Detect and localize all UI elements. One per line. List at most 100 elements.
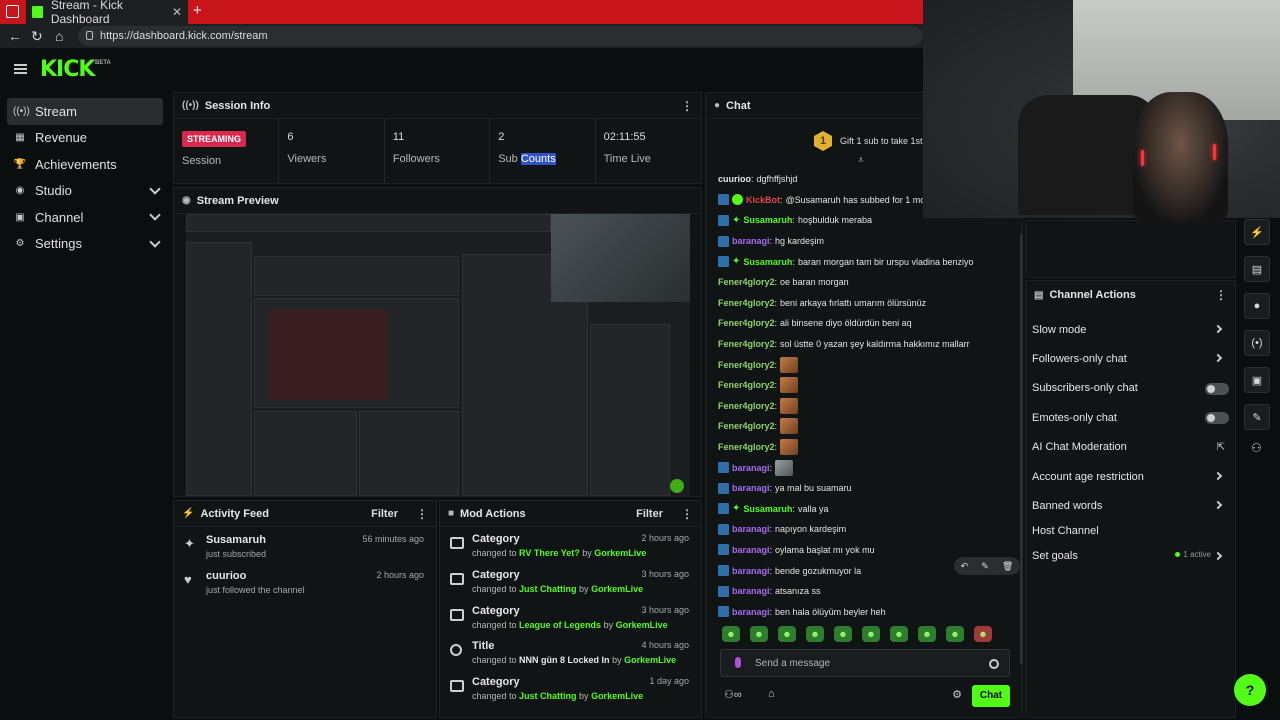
send-chat-button[interactable]: Chat bbox=[972, 685, 1010, 707]
chat-message[interactable]: Fener4glory2: beni arkaya fırlattı umarı… bbox=[718, 293, 1018, 314]
chat-username[interactable]: Susamaruh bbox=[743, 215, 792, 225]
delete-icon[interactable]: 🗑 bbox=[1002, 561, 1013, 572]
set-goals-action[interactable]: Set goals 1 active bbox=[1026, 542, 1235, 571]
emote-icon[interactable]: ☻ bbox=[834, 626, 852, 642]
chat-username[interactable]: Fener4glory2 bbox=[718, 277, 775, 287]
more-options-icon[interactable]: ⋮ bbox=[416, 507, 428, 521]
chat-username[interactable]: baranagi bbox=[732, 566, 770, 576]
chat-message-input[interactable]: Send a message bbox=[720, 649, 1010, 677]
chat-username[interactable]: baranagi bbox=[732, 524, 770, 534]
chat-username[interactable]: baranagi bbox=[732, 545, 770, 555]
sidebar-item-achievements[interactable]: 🏆 Achievements bbox=[7, 151, 163, 178]
emote-icon[interactable]: ☻ bbox=[946, 626, 964, 642]
more-options-icon[interactable]: ⋮ bbox=[681, 99, 693, 113]
detail-user[interactable]: GorkemLive bbox=[594, 548, 646, 558]
notes-icon[interactable]: ▤ bbox=[1244, 256, 1270, 282]
chat-username[interactable]: Fener4glory2 bbox=[718, 401, 775, 411]
sidebar-item-studio[interactable]: ◉ Studio bbox=[7, 178, 163, 205]
filter-button[interactable]: Filter bbox=[371, 508, 398, 520]
chat-username[interactable]: baranagi bbox=[732, 483, 770, 493]
slow-mode-action[interactable]: Slow mode bbox=[1026, 315, 1235, 344]
chat-message[interactable]: ✦ Susamaruh: valla ya bbox=[718, 499, 1018, 520]
emote-icon[interactable]: ☻ bbox=[778, 626, 796, 642]
followers-only-action[interactable]: Followers-only chat bbox=[1026, 344, 1235, 373]
chat-message[interactable]: Fener4glory2: bbox=[718, 375, 1018, 396]
store-icon[interactable]: ▣ bbox=[1244, 367, 1270, 393]
menu-icon[interactable] bbox=[14, 64, 27, 74]
detail-user[interactable]: GorkemLive bbox=[616, 620, 668, 630]
chevron-down-icon[interactable] bbox=[149, 235, 161, 248]
chat-username[interactable]: baranagi bbox=[732, 463, 770, 473]
window-menu-icon[interactable] bbox=[6, 5, 19, 18]
chat-scrollbar[interactable] bbox=[1020, 234, 1023, 664]
detail-user[interactable]: GorkemLive bbox=[591, 691, 643, 701]
chat-username[interactable]: Fener4glory2 bbox=[718, 298, 775, 308]
emote-icon[interactable]: ☻ bbox=[722, 626, 740, 642]
pinned-expand-icon[interactable]: ⩡ bbox=[858, 155, 864, 166]
chevron-down-icon[interactable] bbox=[149, 209, 161, 221]
store-icon[interactable]: ⌂ bbox=[768, 688, 775, 700]
chat-username[interactable]: Fener4glory2 bbox=[718, 421, 775, 431]
account-age-action[interactable]: Account age restriction bbox=[1026, 462, 1235, 491]
chat-username[interactable]: Fener4glory2 bbox=[718, 360, 775, 370]
chevron-down-icon[interactable] bbox=[149, 182, 161, 195]
chat-username[interactable]: Fener4glory2 bbox=[718, 339, 775, 349]
chat-message[interactable]: baranagi: ben hala ölüyüm beyler heh bbox=[718, 601, 1018, 622]
chat-username[interactable]: Susamaruh bbox=[743, 257, 792, 267]
emote-icon[interactable]: ☻ bbox=[890, 626, 908, 642]
chat-message[interactable]: baranagi: napıyon kardeşim bbox=[718, 519, 1018, 540]
gift-sub-banner[interactable]: 1 Gift 1 sub to take 1st bbox=[814, 131, 923, 151]
sidebar-item-stream[interactable]: ((•)) Stream bbox=[7, 98, 163, 125]
chat-message[interactable]: baranagi: atsanıza ss bbox=[718, 581, 1018, 602]
chat-username[interactable]: cuurioo bbox=[718, 174, 751, 184]
kick-logo[interactable]: KICK bbox=[40, 57, 95, 82]
filter-button[interactable]: Filter bbox=[636, 508, 663, 520]
close-tab-icon[interactable]: ✕ bbox=[172, 5, 182, 19]
support-chat-icon[interactable]: ? bbox=[1234, 674, 1266, 706]
chat-message[interactable]: baranagi: ya mal bu suamaru bbox=[718, 478, 1018, 499]
subscribers-only-toggle[interactable] bbox=[1205, 382, 1229, 395]
chat-message[interactable]: Fener4glory2: ali binsene diyo öldürdün … bbox=[718, 313, 1018, 334]
chat-users-icon[interactable]: ⚇∞ bbox=[724, 688, 742, 701]
chat-username[interactable]: baranagi bbox=[732, 607, 770, 617]
detail-user[interactable]: GorkemLive bbox=[624, 655, 676, 665]
reply-icon[interactable]: ↶ bbox=[961, 561, 969, 572]
chat-message[interactable]: baranagi: hg kardeşim bbox=[718, 231, 1018, 252]
lightning-icon[interactable]: ⚡ bbox=[1244, 219, 1270, 245]
home-icon[interactable]: ⌂ bbox=[55, 28, 63, 44]
emote-icon[interactable]: ☻ bbox=[862, 626, 880, 642]
more-options-icon[interactable]: ⋮ bbox=[681, 507, 693, 521]
pin-icon[interactable]: ✎ bbox=[981, 561, 989, 572]
emoji-icon[interactable] bbox=[989, 659, 999, 669]
ai-moderation-action[interactable]: AI Chat Moderation ⇱ bbox=[1026, 433, 1235, 462]
chat-username[interactable]: Susamaruh bbox=[743, 504, 792, 514]
chat-message[interactable]: Fener4glory2: bbox=[718, 354, 1018, 375]
chat-message[interactable]: Fener4glory2: bbox=[718, 396, 1018, 417]
chat-username[interactable]: Fener4glory2 bbox=[718, 318, 775, 328]
emote-icon[interactable]: ☻ bbox=[918, 626, 936, 642]
chat-message[interactable]: Fener4glory2: bbox=[718, 416, 1018, 437]
back-icon[interactable]: ← bbox=[8, 28, 22, 44]
wrench-icon[interactable]: ✎ bbox=[1244, 404, 1270, 430]
detail-user[interactable]: GorkemLive bbox=[591, 584, 643, 594]
banned-words-action[interactable]: Banned words bbox=[1026, 491, 1235, 520]
users-icon[interactable]: ⚇ bbox=[1244, 441, 1272, 455]
sidebar-item-channel[interactable]: ▣ Channel bbox=[7, 204, 163, 231]
reload-icon[interactable]: ↻ bbox=[31, 28, 43, 45]
host-channel-action[interactable]: Host Channel bbox=[1026, 521, 1235, 542]
sidebar-item-revenue[interactable]: ▦ Revenue bbox=[7, 125, 163, 152]
chat-username[interactable]: KickBot bbox=[746, 195, 780, 205]
chat-username[interactable]: baranagi bbox=[732, 586, 770, 596]
chat-username[interactable]: Fener4glory2 bbox=[718, 442, 775, 452]
emote-icon[interactable]: ☻ bbox=[750, 626, 768, 642]
sidebar-item-settings[interactable]: ⚙ Settings bbox=[7, 231, 163, 258]
emote-icon[interactable]: ☻ bbox=[806, 626, 824, 642]
chat-username[interactable]: baranagi bbox=[732, 236, 770, 246]
microphone-icon[interactable] bbox=[735, 657, 741, 668]
chat-username[interactable]: Fener4glory2 bbox=[718, 380, 775, 390]
chat-message[interactable]: ✦ Susamaruh: baran morgan tam bir urspu v… bbox=[718, 251, 1018, 272]
gear-icon[interactable]: ⚙ bbox=[952, 688, 962, 701]
browser-tab[interactable]: Stream - Kick Dashboard ✕ bbox=[26, 0, 188, 26]
chat-message[interactable]: baranagi: bbox=[718, 457, 1018, 478]
chat-bubble-icon[interactable]: ● bbox=[1244, 293, 1270, 319]
